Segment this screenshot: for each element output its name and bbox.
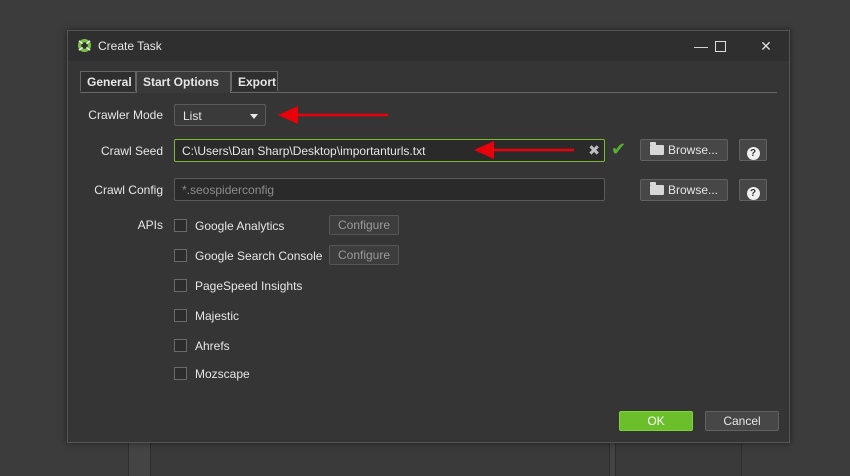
google-analytics-label: Google Analytics (195, 219, 285, 233)
crawler-mode-select[interactable]: List (174, 104, 266, 126)
annotation-arrow-mode-icon (278, 106, 388, 124)
ok-button[interactable]: OK (619, 411, 693, 431)
tab-start-options[interactable]: Start Options (136, 71, 231, 93)
tab-export[interactable]: Export (231, 71, 278, 91)
crawl-config-browse-button[interactable]: Browse... (640, 179, 728, 201)
mozscape-label: Mozscape (195, 367, 250, 381)
chevron-down-icon (250, 114, 258, 119)
pagespeed-insights-checkbox[interactable] (174, 279, 187, 292)
tab-general[interactable]: General (80, 71, 136, 91)
folder-icon (649, 142, 664, 155)
crawl-config-label: Crawl Config (94, 183, 163, 197)
crawler-mode-label: Crawler Mode (88, 108, 163, 122)
apis-label: APIs (137, 218, 163, 232)
ahrefs-checkbox[interactable] (174, 339, 187, 352)
seo-spider-logo-icon (77, 38, 92, 53)
crawl-seed-value: C:\Users\Dan Sharp\Desktop\importanturls… (182, 144, 426, 158)
tab-bar: General Start Options Export (80, 71, 777, 93)
majestic-label: Majestic (195, 309, 240, 323)
mozscape-checkbox[interactable] (174, 367, 187, 380)
clear-icon[interactable]: ✖ (588, 142, 600, 159)
crawl-config-input[interactable]: *.seospiderconfig (174, 178, 605, 201)
title-bar: Create Task — ✕ (68, 31, 789, 61)
crawl-config-placeholder: *.seospiderconfig (182, 183, 275, 197)
window-title: Create Task (98, 39, 162, 53)
maximize-icon[interactable] (705, 36, 735, 56)
crawl-seed-browse-button[interactable]: Browse... (640, 139, 728, 161)
google-analytics-checkbox[interactable] (174, 219, 187, 232)
close-icon[interactable]: ✕ (751, 36, 781, 56)
majestic-checkbox[interactable] (174, 309, 187, 322)
google-search-console-label: Google Search Console (195, 249, 323, 263)
crawl-seed-label: Crawl Seed (100, 144, 163, 158)
checkmark-valid-icon: ✔ (611, 139, 627, 159)
ahrefs-label: Ahrefs (195, 339, 230, 353)
crawl-config-help-button[interactable]: ? (739, 179, 767, 201)
crawl-seed-help-button[interactable]: ? (739, 139, 767, 161)
cancel-button[interactable]: Cancel (705, 411, 779, 431)
crawler-mode-value: List (183, 109, 202, 123)
background-inner-panel (150, 440, 610, 476)
pagespeed-insights-label: PageSpeed Insights (195, 279, 303, 293)
help-icon: ? (746, 187, 760, 200)
google-analytics-configure-button[interactable]: Configure (329, 215, 399, 235)
annotation-arrow-seed-icon (474, 141, 574, 159)
google-search-console-checkbox[interactable] (174, 249, 187, 262)
google-search-console-configure-button[interactable]: Configure (329, 245, 399, 265)
background-right-panel (615, 440, 741, 476)
folder-icon (649, 182, 664, 195)
help-icon: ? (746, 147, 760, 160)
create-task-dialog: Create Task — ✕ General Start Options Ex… (67, 30, 790, 443)
